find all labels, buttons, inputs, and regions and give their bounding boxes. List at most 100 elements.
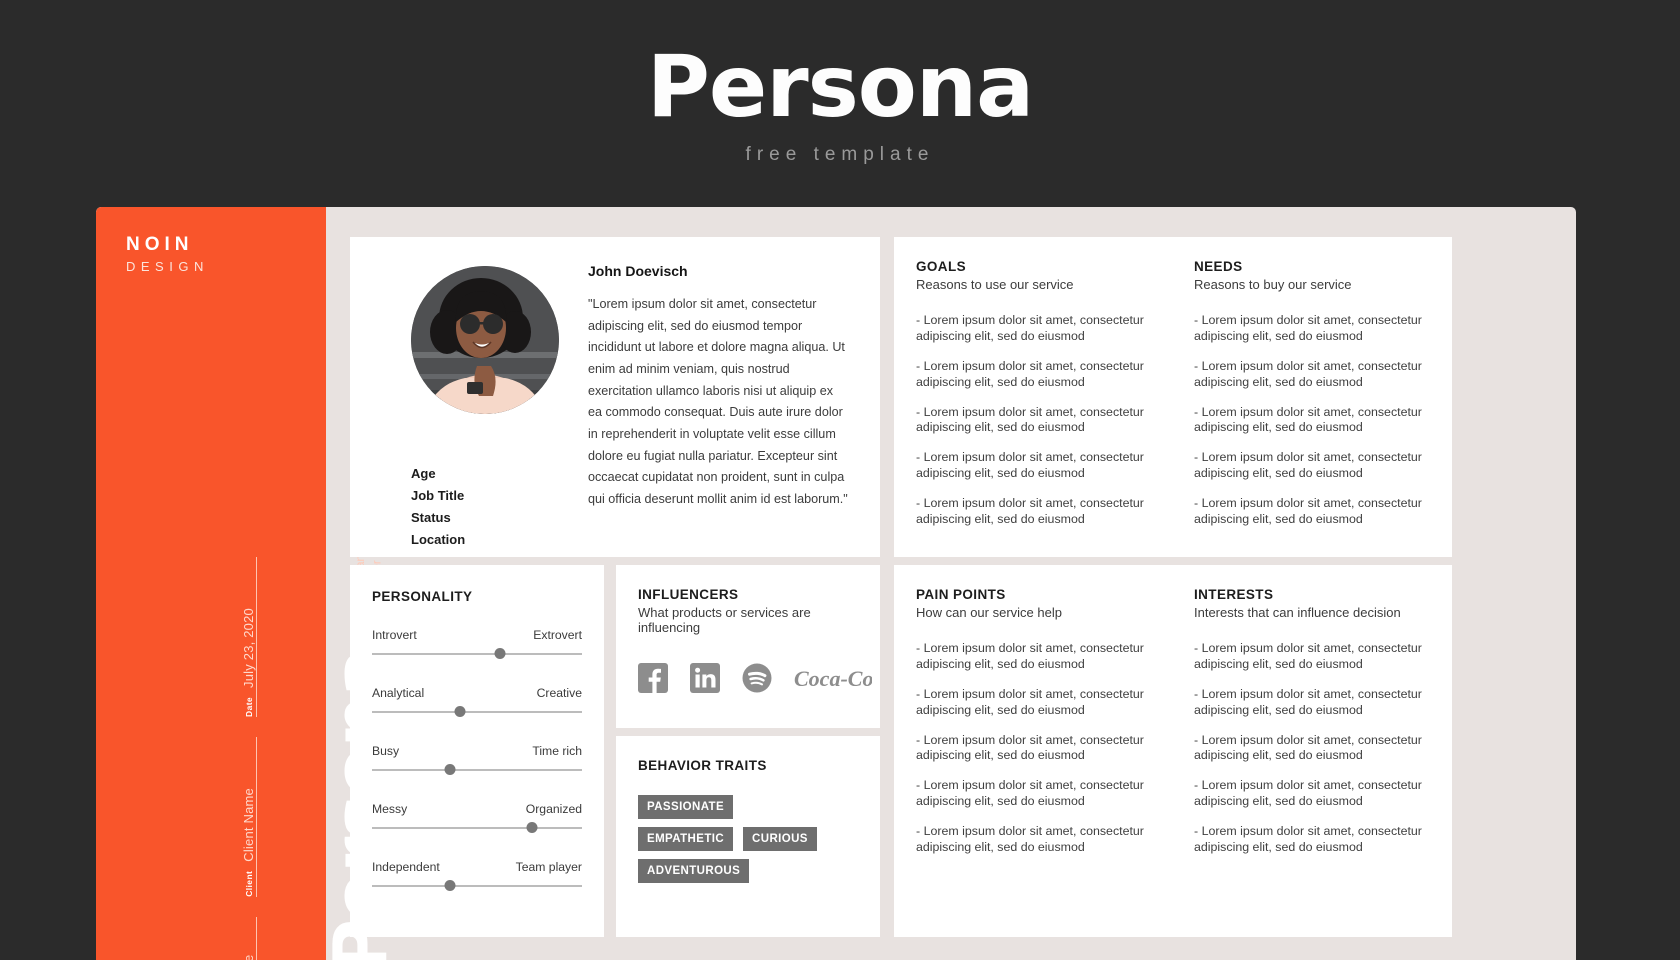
interests-title: INTERESTS (1194, 587, 1274, 602)
list-item: - Lorem ipsum dolor sit amet, consectetu… (916, 732, 1144, 763)
meta-date: Date July 23, 2020 (241, 557, 257, 717)
meta-divider (256, 737, 257, 897)
board-content: Age Job Title Status Location John Doevi… (326, 207, 1576, 960)
slider-rail (372, 827, 582, 829)
goals-bullets: - Lorem ipsum dolor sit amet, consectetu… (916, 313, 1150, 528)
slider-independent-teamplayer: Independent Team player (372, 860, 582, 891)
influencers-card: INFLUENCERS What products or services ar… (616, 565, 880, 728)
slider-track[interactable] (372, 822, 582, 833)
slider-knob[interactable] (444, 880, 456, 891)
needs-title: NEEDS (1194, 259, 1243, 274)
slider-track[interactable] (372, 648, 582, 659)
slider-label-right: Creative (536, 686, 582, 700)
list-item: - Lorem ipsum dolor sit amet, consectetu… (916, 450, 1144, 481)
field-status: Status (411, 510, 451, 525)
list-item: - Lorem ipsum dolor sit amet, consectetu… (916, 404, 1144, 435)
list-item: - Lorem ipsum dolor sit amet, consectetu… (916, 313, 1144, 343)
personality-sliders: Introvert Extrovert Analytical Creative (372, 628, 582, 891)
needs-card: NEEDS Reasons to buy our service - Lorem… (1172, 237, 1452, 557)
list-item: - Lorem ipsum dolor sit amet, consectetu… (916, 641, 1144, 671)
field-location: Location (411, 532, 466, 547)
profile-fields: Age Job Title Status Location (411, 466, 570, 547)
personality-card: PERSONALITY Introvert Extrovert Analytic… (350, 565, 604, 937)
behavior-chips: PASSIONATE EMPATHETIC CURIOUS ADVENTUROU… (638, 795, 828, 883)
slider-knob[interactable] (454, 706, 466, 717)
trait-chip[interactable]: PASSIONATE (638, 795, 734, 819)
list-item: - Lorem ipsum dolor sit amet, consectetu… (916, 358, 1144, 389)
list-item: - Lorem ipsum dolor sit amet, consectetu… (916, 778, 1144, 809)
meta-client-value[interactable]: Client Name (241, 788, 256, 862)
facebook-logo-icon[interactable] (638, 663, 668, 693)
slider-busy-timerich: Busy Time rich (372, 744, 582, 775)
slider-label-left: Messy (372, 802, 408, 816)
slider-label-right: Team player (515, 860, 582, 874)
avatar (411, 266, 559, 414)
spotify-logo-icon[interactable] (742, 663, 772, 693)
list-item: - Lorem ipsum dolor sit amet, consectetu… (1194, 358, 1422, 389)
list-item: - Lorem ipsum dolor sit amet, consectetu… (916, 824, 1144, 854)
trait-chip[interactable]: EMPATHETIC (638, 827, 734, 851)
brand-logo: NOIN DESIGN (126, 234, 209, 274)
slider-messy-organized: Messy Organized (372, 802, 582, 833)
meta-divider (256, 917, 257, 960)
profile-name: John Doevisch (588, 263, 688, 279)
interests-card: INTERESTS Interests that can influence d… (1172, 565, 1452, 937)
needs-bullets: - Lorem ipsum dolor sit amet, consectetu… (1194, 313, 1430, 528)
trait-chip[interactable]: ADVENTUROUS (638, 859, 750, 883)
slider-label-right: Organized (525, 802, 582, 816)
slider-knob[interactable] (526, 822, 538, 833)
slider-knob[interactable] (494, 648, 506, 659)
list-item: - Lorem ipsum dolor sit amet, consectetu… (1194, 778, 1422, 809)
page-title: Persona (646, 37, 1034, 137)
goals-subtitle: Reasons to use our service (916, 277, 1074, 292)
meta-date-value[interactable]: July 23, 2020 (241, 608, 256, 688)
behavior-traits-card: BEHAVIOR TRAITS PASSIONATE EMPATHETIC CU… (616, 736, 880, 937)
pain-points-bullets: - Lorem ipsum dolor sit amet, consectetu… (916, 641, 1150, 856)
profile-card: Age Job Title Status Location John Doevi… (350, 237, 880, 557)
slider-label-left: Independent (372, 860, 440, 874)
slider-rail (372, 653, 582, 655)
meta-project-value[interactable]: Project Name (241, 955, 256, 960)
cocacola-logo-icon[interactable]: Coca-Cola (794, 663, 872, 693)
slider-label-left: Analytical (372, 686, 425, 700)
avatar-photo (411, 266, 559, 414)
personality-title: PERSONALITY (372, 589, 473, 604)
field-age: Age (411, 466, 436, 481)
list-item: - Lorem ipsum dolor sit amet, consectetu… (1194, 824, 1422, 854)
pain-points-title: PAIN POINTS (916, 587, 1006, 602)
goals-title: GOALS (916, 259, 967, 274)
profile-quote: "Lorem ipsum dolor sit amet, consectetur… (588, 297, 848, 506)
meta-project: Project Project Name (241, 917, 257, 960)
slider-label-left: Busy (372, 744, 400, 758)
interests-bullets: - Lorem ipsum dolor sit amet, consectetu… (1194, 641, 1430, 856)
field-job-title: Job Title (411, 488, 465, 503)
slider-rail (372, 769, 582, 771)
slider-knob[interactable] (444, 764, 456, 775)
slider-track[interactable] (372, 706, 582, 717)
influencers-subtitle: What products or services are influencin… (638, 605, 811, 635)
linkedin-logo-icon[interactable] (690, 663, 720, 693)
brand-name: NOIN (126, 234, 194, 255)
needs-subtitle: Reasons to buy our service (1194, 277, 1352, 292)
list-item: - Lorem ipsum dolor sit amet, consectetu… (1194, 496, 1422, 526)
slider-track[interactable] (372, 880, 582, 891)
slider-introvert-extrovert: Introvert Extrovert (372, 628, 582, 659)
persona-board: NOIN DESIGN Date July 23, 2020 Client Cl… (96, 207, 1576, 960)
slider-rail (372, 885, 582, 887)
list-item: - Lorem ipsum dolor sit amet, consectetu… (916, 496, 1144, 526)
svg-text:Coca-Cola: Coca-Cola (794, 666, 872, 691)
list-item: - Lorem ipsum dolor sit amet, consectetu… (916, 686, 1144, 717)
behavior-title: BEHAVIOR TRAITS (638, 758, 767, 773)
slider-label-left: Introvert (372, 628, 417, 642)
slider-analytical-creative: Analytical Creative (372, 686, 582, 717)
list-item: - Lorem ipsum dolor sit amet, consectetu… (1194, 450, 1422, 481)
slider-rail (372, 711, 582, 713)
trait-chip[interactable]: CURIOUS (743, 827, 817, 851)
page-root: Persona free template NOIN DESIGN Date J… (0, 0, 1680, 960)
slider-track[interactable] (372, 764, 582, 775)
slider-label-right: Time rich (532, 744, 582, 758)
meta-client-label: Client (244, 870, 254, 897)
page-header: Persona free template (0, 0, 1680, 200)
meta-divider (256, 557, 257, 717)
list-item: - Lorem ipsum dolor sit amet, consectetu… (1194, 313, 1422, 343)
